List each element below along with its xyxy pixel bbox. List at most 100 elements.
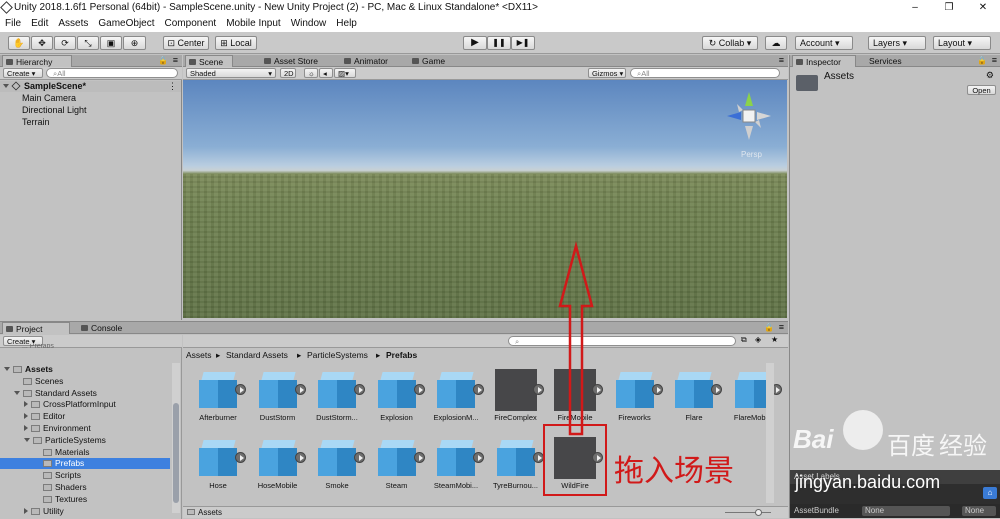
panel-menu-icon[interactable]: ≡	[173, 55, 178, 65]
breadcrumb-standard-assets[interactable]: Standard Assets	[226, 349, 288, 361]
asset-item[interactable]: FireComplex	[487, 369, 545, 423]
tree-item[interactable]: Prefabs	[0, 458, 170, 470]
menu-assets[interactable]: Assets	[53, 16, 93, 32]
menu-file[interactable]: File	[0, 16, 26, 32]
asset-variant-dropdown[interactable]: None	[962, 506, 996, 516]
collab-dropdown[interactable]: ↻ Collab ▾	[702, 36, 758, 50]
expanded-arrow-icon[interactable]	[4, 367, 10, 371]
transform-tool-button[interactable]: ⊕	[123, 36, 146, 50]
pause-button[interactable]: ❚❚	[487, 36, 511, 50]
expand-prefab-icon[interactable]	[354, 384, 365, 395]
asset-item[interactable]: Smoke	[308, 437, 366, 491]
asset-item[interactable]: Flare	[665, 369, 723, 423]
zoom-slider[interactable]	[725, 509, 771, 516]
lock-icon[interactable]: 🔒	[977, 56, 987, 65]
effects-dropdown[interactable]: ▨▾	[334, 68, 356, 78]
hand-tool-button[interactable]: ✋	[8, 36, 30, 50]
tree-item[interactable]: ParticleSystems	[0, 435, 170, 446]
asset-item[interactable]: Hose	[189, 437, 247, 491]
persp-label[interactable]: Persp	[741, 150, 762, 159]
menu-window[interactable]: Window	[286, 16, 332, 32]
tab-hierarchy[interactable]: Hierarchy	[2, 55, 72, 67]
expand-prefab-icon[interactable]	[354, 452, 365, 463]
breadcrumb-assets[interactable]: Assets	[186, 349, 212, 361]
settings-gear-icon[interactable]: ⚙	[986, 70, 994, 81]
expand-prefab-icon[interactable]	[294, 384, 306, 395]
audio-toggle[interactable]: ◂	[319, 68, 333, 78]
tab-services[interactable]: Services	[856, 55, 916, 67]
favorite-star-icon[interactable]: ★	[771, 335, 778, 344]
tree-item[interactable]: Shaders	[0, 482, 170, 493]
asset-item[interactable]: SteamMobi...	[427, 437, 485, 491]
scene-viewport[interactable]: Persp	[183, 80, 787, 318]
hierarchy-search-input[interactable]: ⌕All	[46, 68, 178, 78]
expand-prefab-icon[interactable]	[473, 452, 484, 463]
menu-help[interactable]: Help	[331, 16, 362, 32]
collapsed-arrow-icon[interactable]	[24, 401, 28, 408]
pivot-local-button[interactable]: ⊞ Local	[215, 36, 257, 50]
tab-asset-store[interactable]: Asset Store	[261, 55, 329, 67]
expanded-arrow-icon[interactable]	[14, 390, 20, 395]
panel-menu-icon[interactable]: ≡	[992, 55, 997, 65]
breadcrumb-particlesystems[interactable]: ParticleSystems	[307, 349, 368, 361]
account-dropdown[interactable]: Account ▾	[795, 36, 853, 50]
filter-label-icon[interactable]: ◈	[755, 335, 761, 344]
tab-console[interactable]: Console	[78, 322, 138, 334]
tree-item[interactable]: Scripts	[0, 470, 170, 481]
shading-mode-dropdown[interactable]: Shaded ▾	[186, 68, 276, 78]
lighting-toggle[interactable]: ☼	[304, 68, 318, 78]
lock-icon[interactable]: 🔒	[158, 56, 168, 65]
lock-icon[interactable]: 🔒	[764, 323, 774, 332]
tree-scrollbar[interactable]	[172, 363, 180, 513]
layers-dropdown[interactable]: Layers ▾	[868, 36, 926, 50]
asset-item[interactable]: HoseMobile	[249, 437, 307, 491]
asset-item[interactable]: ExplosionM...	[427, 369, 485, 423]
expand-prefab-icon[interactable]	[413, 384, 425, 395]
asset-item[interactable]: Steam	[368, 437, 426, 491]
hierarchy-item-main-camera[interactable]: Main Camera	[22, 93, 76, 104]
asset-item[interactable]: TyreBurnou...	[487, 437, 545, 491]
orientation-gizmo-icon[interactable]	[721, 88, 777, 144]
panel-menu-icon[interactable]: ≡	[779, 55, 784, 65]
asset-item[interactable]: DustStorm	[249, 369, 307, 423]
asset-bundle-dropdown[interactable]: None	[862, 506, 950, 516]
asset-item[interactable]: Explosion	[368, 369, 426, 423]
expanded-arrow-icon[interactable]	[24, 437, 30, 442]
expand-prefab-icon[interactable]	[294, 452, 306, 463]
breadcrumb-prefabs[interactable]: Prefabs	[386, 349, 417, 361]
tab-animator[interactable]: Animator	[341, 55, 401, 67]
tree-item[interactable]: Standard Assets	[0, 388, 170, 399]
panel-menu-icon[interactable]: ≡	[779, 322, 784, 332]
zoom-slider-thumb[interactable]	[755, 509, 762, 516]
tab-inspector[interactable]: Inspector	[792, 55, 856, 67]
asset-item[interactable]: Fireworks	[606, 369, 664, 423]
expand-prefab-icon[interactable]	[473, 384, 484, 395]
tab-game[interactable]: Game	[409, 55, 459, 67]
collapsed-arrow-icon[interactable]	[24, 413, 28, 420]
close-button[interactable]: ✕	[966, 0, 1000, 16]
asset-item[interactable]: DustStorm...	[308, 369, 366, 423]
tree-item[interactable]: Utility	[0, 506, 170, 517]
expand-prefab-icon[interactable]	[651, 384, 663, 395]
expand-arrow-icon[interactable]	[3, 84, 9, 88]
tree-item[interactable]: Materials	[0, 447, 170, 458]
expand-prefab-icon[interactable]	[532, 452, 544, 463]
minimize-button[interactable]: –	[898, 0, 932, 16]
rect-tool-button[interactable]: ▣	[100, 36, 122, 50]
scene-search-input[interactable]: ⌕All	[630, 68, 780, 78]
hierarchy-item-directional-light[interactable]: Directional Light	[22, 105, 87, 116]
expand-prefab-icon[interactable]	[235, 384, 246, 395]
scale-tool-button[interactable]: ⤡	[77, 36, 99, 50]
expand-prefab-icon[interactable]	[413, 452, 425, 463]
play-button[interactable]: ▶	[463, 36, 487, 50]
filter-type-icon[interactable]: ⧉	[741, 335, 747, 345]
menu-mobile-input[interactable]: Mobile Input	[221, 16, 285, 32]
collapsed-arrow-icon[interactable]	[24, 507, 28, 514]
tree-item[interactable]: Environment	[0, 423, 170, 434]
layout-dropdown[interactable]: Layout ▾	[933, 36, 991, 50]
rotate-tool-button[interactable]: ⟳	[54, 36, 76, 50]
tree-item[interactable]: Editor	[0, 411, 170, 422]
move-tool-button[interactable]: ✥	[31, 36, 53, 50]
tree-item[interactable]: Assets	[0, 364, 170, 375]
pivot-center-button[interactable]: ⊡ Center	[163, 36, 209, 50]
